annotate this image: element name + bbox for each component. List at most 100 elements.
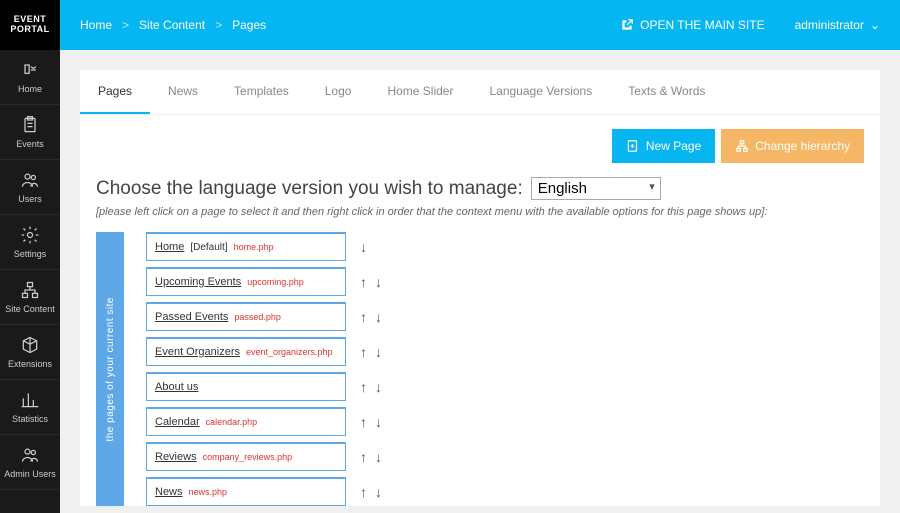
sidebar-item-admin-users[interactable]: Admin Users bbox=[0, 435, 60, 490]
topbar: Home>Site Content>Pages OPEN THE MAIN SI… bbox=[60, 0, 900, 50]
move-down-arrow[interactable]: ↓ bbox=[375, 344, 382, 360]
sidebar-item-label: Users bbox=[18, 194, 42, 204]
language-select[interactable]: English bbox=[531, 177, 661, 200]
sidebar-item-label: Statistics bbox=[12, 414, 48, 424]
chart-icon bbox=[20, 390, 40, 410]
content: PagesNewsTemplatesLogoHome SliderLanguag… bbox=[60, 50, 900, 513]
move-up-arrow[interactable]: ↑ bbox=[360, 449, 367, 465]
plus-page-icon bbox=[626, 139, 640, 153]
change-hierarchy-button[interactable]: Change hierarchy bbox=[721, 129, 864, 163]
page-title: Passed Events bbox=[155, 311, 228, 323]
page-box[interactable]: Upcoming Events upcoming.php bbox=[146, 267, 346, 296]
gear-icon bbox=[20, 225, 40, 245]
reorder-arrows: ↑↓ bbox=[360, 484, 382, 500]
page-filename: calendar.php bbox=[206, 417, 258, 427]
move-up-arrow[interactable]: ↑ bbox=[360, 484, 367, 500]
move-down-arrow[interactable]: ↓ bbox=[375, 379, 382, 395]
open-main-site-label: OPEN THE MAIN SITE bbox=[640, 18, 764, 32]
move-up-arrow[interactable]: ↑ bbox=[360, 379, 367, 395]
reorder-arrows: ↑↓ bbox=[360, 449, 382, 465]
admin-users-icon bbox=[20, 445, 40, 465]
topbar-right: OPEN THE MAIN SITE administrator ⌄ bbox=[620, 18, 880, 32]
breadcrumb-item[interactable]: Home bbox=[80, 18, 112, 32]
tab-news[interactable]: News bbox=[150, 70, 216, 114]
clipboard-icon bbox=[20, 115, 40, 135]
page-heading: Choose the language version you wish to … bbox=[96, 178, 523, 200]
breadcrumb-item[interactable]: Site Content bbox=[139, 18, 205, 32]
move-down-arrow[interactable]: ↓ bbox=[375, 414, 382, 430]
page-row: About us↑↓ bbox=[146, 372, 864, 401]
breadcrumb-item[interactable]: Pages bbox=[232, 18, 266, 32]
new-page-label: New Page bbox=[646, 139, 701, 153]
sidebar: EVENT PORTAL HomeEventsUsersSettingsSite… bbox=[0, 0, 60, 513]
page-title: News bbox=[155, 486, 183, 498]
move-up-arrow[interactable]: ↑ bbox=[360, 274, 367, 290]
page-filename: home.php bbox=[234, 242, 274, 252]
tab-home-slider[interactable]: Home Slider bbox=[369, 70, 471, 114]
sidebar-item-label: Events bbox=[16, 139, 44, 149]
open-main-site-link[interactable]: OPEN THE MAIN SITE bbox=[620, 18, 764, 32]
tab-language-versions[interactable]: Language Versions bbox=[471, 70, 610, 114]
page-title: Reviews bbox=[155, 451, 197, 463]
page-row: Passed Eventspassed.php↑↓ bbox=[146, 302, 864, 331]
sidebar-item-settings[interactable]: Settings bbox=[0, 215, 60, 270]
tab-pages[interactable]: Pages bbox=[80, 70, 150, 114]
logo-line2: PORTAL bbox=[10, 25, 49, 35]
move-up-arrow[interactable]: ↑ bbox=[360, 414, 367, 430]
page-row: Upcoming Events upcoming.php ↑ ↓ bbox=[146, 267, 864, 296]
sidebar-item-site-content[interactable]: Site Content bbox=[0, 270, 60, 325]
sidebar-item-label: Extensions bbox=[8, 359, 52, 369]
hint-text: [please left click on a page to select i… bbox=[80, 206, 880, 232]
sidebar-item-label: Settings bbox=[14, 249, 47, 259]
page-title: Upcoming Events bbox=[155, 276, 241, 288]
page-default-badge: [Default] bbox=[190, 242, 227, 253]
reorder-arrows: ↑↓ bbox=[360, 379, 382, 395]
sidebar-item-events[interactable]: Events bbox=[0, 105, 60, 160]
reorder-arrows: ↑↓ bbox=[360, 344, 382, 360]
page-box[interactable]: Home [Default] home.php bbox=[146, 232, 346, 261]
page-title: Home bbox=[155, 241, 184, 253]
move-down-arrow[interactable]: ↓ bbox=[360, 239, 367, 255]
move-up-arrow[interactable]: ↑ bbox=[360, 309, 367, 325]
new-page-button[interactable]: New Page bbox=[612, 129, 715, 163]
sidebar-item-home[interactable]: Home bbox=[0, 50, 60, 105]
reorder-arrows: ↑↓ bbox=[360, 309, 382, 325]
page-row: Event Organizersevent_organizers.php↑↓ bbox=[146, 337, 864, 366]
page-box[interactable]: Passed Eventspassed.php bbox=[146, 302, 346, 331]
hierarchy-icon bbox=[20, 280, 40, 300]
sidebar-item-users[interactable]: Users bbox=[0, 160, 60, 215]
page-tree: the pages of your current site Home [Defa… bbox=[96, 232, 864, 506]
move-down-arrow[interactable]: ↓ bbox=[375, 309, 382, 325]
page-box[interactable]: News news.php bbox=[146, 477, 346, 506]
move-up-arrow[interactable]: ↑ bbox=[360, 344, 367, 360]
page-box[interactable]: Event Organizersevent_organizers.php bbox=[146, 337, 346, 366]
page-filename: company_reviews.php bbox=[203, 452, 293, 462]
admin-menu[interactable]: administrator ⌄ bbox=[795, 18, 880, 32]
page-rows: Home [Default] home.php ↓ Upcoming Events upc… bbox=[124, 232, 864, 506]
reorder-arrows: ↑↓ bbox=[360, 414, 382, 430]
page-box[interactable]: Calendarcalendar.php bbox=[146, 407, 346, 436]
move-down-arrow[interactable]: ↓ bbox=[375, 274, 382, 290]
sidebar-item-label: Home bbox=[18, 84, 42, 94]
change-hierarchy-label: Change hierarchy bbox=[755, 139, 850, 153]
action-bar: New Page Change hierarchy bbox=[80, 115, 880, 163]
page-row: Calendarcalendar.php↑↓ bbox=[146, 407, 864, 436]
page-filename: news.php bbox=[189, 487, 228, 497]
hierarchy-icon bbox=[735, 139, 749, 153]
tab-logo[interactable]: Logo bbox=[307, 70, 370, 114]
breadcrumb: Home>Site Content>Pages bbox=[80, 18, 266, 32]
move-down-arrow[interactable]: ↓ bbox=[375, 449, 382, 465]
tree-side-label-text: the pages of your current site bbox=[105, 297, 116, 442]
reorder-arrows: ↓ bbox=[360, 239, 367, 255]
page-box[interactable]: About us bbox=[146, 372, 346, 401]
page-filename: upcoming.php bbox=[247, 277, 304, 287]
tree-side-label: the pages of your current site bbox=[96, 232, 124, 506]
tab-templates[interactable]: Templates bbox=[216, 70, 307, 114]
page-title: About us bbox=[155, 381, 198, 393]
page-title: Event Organizers bbox=[155, 346, 240, 358]
page-box[interactable]: Reviews company_reviews.php bbox=[146, 442, 346, 471]
sidebar-item-statistics[interactable]: Statistics bbox=[0, 380, 60, 435]
move-down-arrow[interactable]: ↓ bbox=[375, 484, 382, 500]
sidebar-item-extensions[interactable]: Extensions bbox=[0, 325, 60, 380]
tab-texts-words[interactable]: Texts & Words bbox=[610, 70, 723, 114]
